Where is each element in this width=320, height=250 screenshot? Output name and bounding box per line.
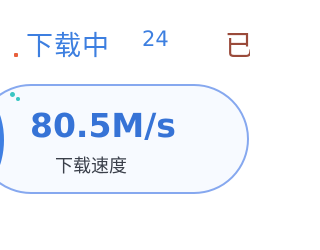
gauge-tick-icon	[10, 92, 15, 97]
tab-bar: 下载中 24 已	[0, 0, 250, 78]
tab-completed-label: 已	[225, 29, 250, 62]
download-speed-label: 下载速度	[55, 156, 127, 177]
download-speed-value: 80.5M/s	[30, 106, 176, 145]
tab-downloading-count: 24	[142, 27, 169, 51]
tab-marker-icon	[14, 53, 18, 57]
tab-downloading-label: 下载中	[26, 31, 110, 62]
speed-gauge-icon	[0, 88, 4, 192]
download-speed-card: 80.5M/s 下载速度	[0, 84, 249, 194]
download-manager-panel: 下载中 24 已 80.5M/s 下载速度	[0, 0, 250, 250]
gauge-tick-icon	[16, 97, 20, 101]
